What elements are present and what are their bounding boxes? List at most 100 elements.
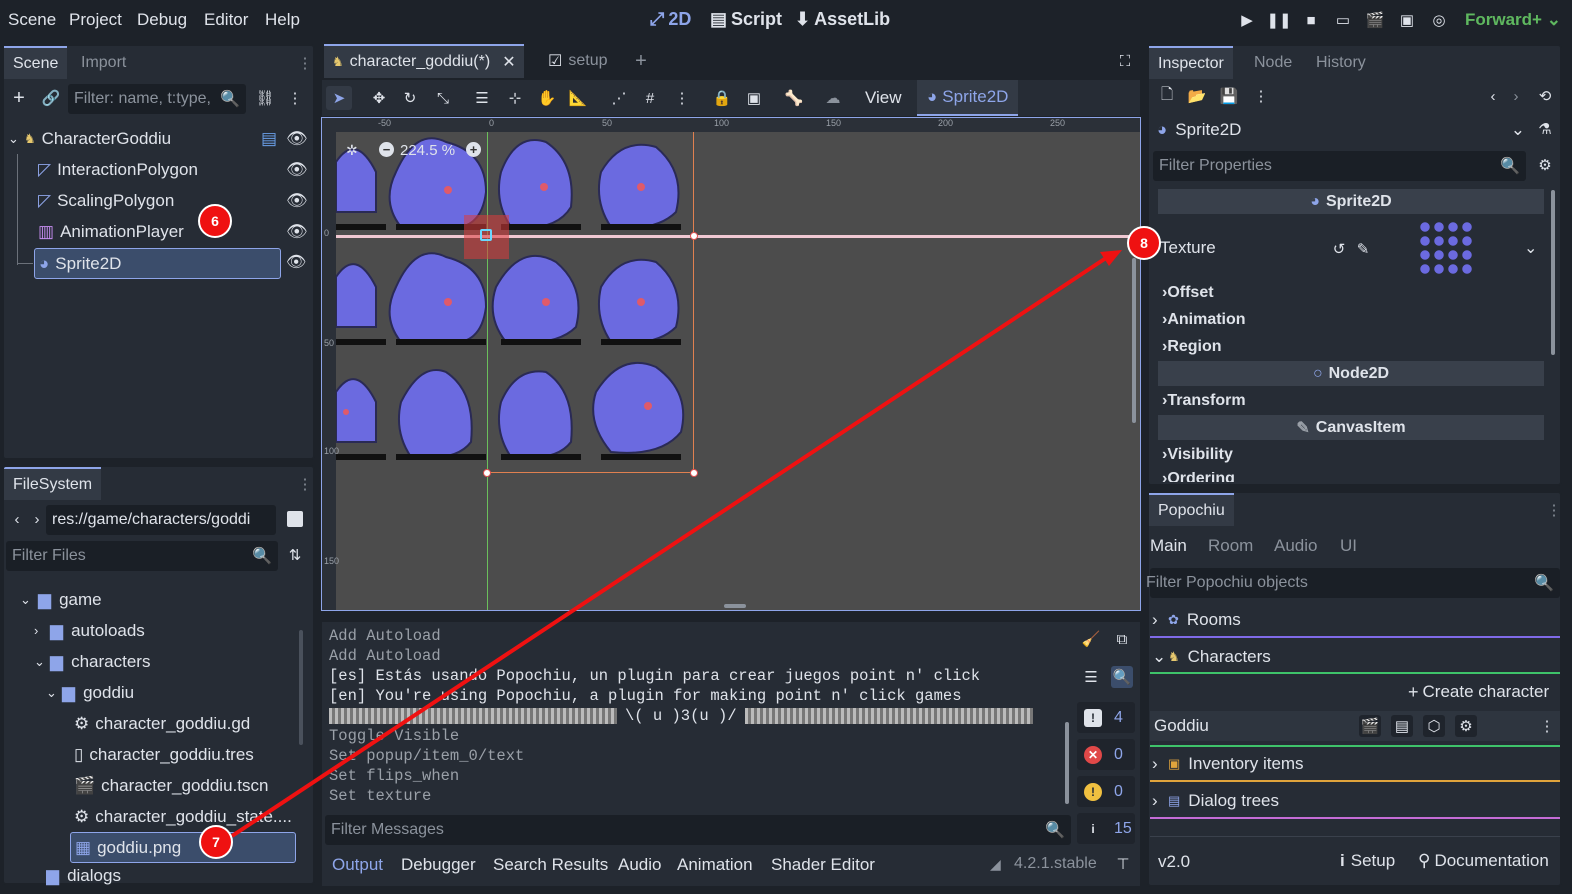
viewport-vscrollbar[interactable] bbox=[1132, 258, 1136, 423]
play-icon[interactable]: ▶ bbox=[1236, 9, 1258, 31]
tab-node[interactable]: Node bbox=[1245, 46, 1301, 79]
fs-folder-autoloads[interactable]: › ▆ autoloads bbox=[34, 615, 145, 646]
view-menu[interactable]: View bbox=[865, 88, 902, 108]
message-count-toggle[interactable]: ! 4 bbox=[1077, 702, 1135, 733]
link-icon[interactable]: 🔗 bbox=[40, 87, 62, 109]
texture-preview[interactable] bbox=[1418, 220, 1474, 276]
fs-folder-goddiu[interactable]: ⌄ ▆ goddiu bbox=[46, 677, 134, 708]
filesystem-scrollbar[interactable] bbox=[299, 630, 303, 745]
zoom-level[interactable]: 224.5 % bbox=[400, 142, 455, 159]
fs-file-tres[interactable]: ▯ character_goddiu.tres bbox=[74, 739, 254, 770]
grid-snap-icon[interactable]: # bbox=[637, 86, 663, 110]
play-custom-scene-icon[interactable]: ▣ bbox=[1396, 9, 1418, 31]
collapse-icon[interactable]: ☰ bbox=[1080, 666, 1102, 688]
tab-scene-character-goddiu[interactable]: ♞ character_goddiu(*) ✕ bbox=[324, 44, 524, 78]
add-node-icon[interactable]: + bbox=[8, 87, 30, 109]
tab-scene[interactable]: Scene bbox=[4, 46, 68, 79]
tab-filesystem[interactable]: FileSystem bbox=[4, 467, 102, 500]
object-selector[interactable]: ◕ Sprite2D ⌄ bbox=[1153, 115, 1525, 145]
tab-import[interactable]: Import bbox=[72, 46, 135, 79]
popochiu-tab-ui[interactable]: UI bbox=[1340, 536, 1357, 556]
menu-debug[interactable]: Debug bbox=[137, 10, 187, 30]
fs-folder-dialogs[interactable]: ▆ dialogs bbox=[46, 866, 121, 886]
group-offset[interactable]: ›Offset bbox=[1162, 284, 1214, 302]
character-settings-icon[interactable]: ⚙ bbox=[1455, 715, 1477, 737]
zoom-in-icon[interactable]: + bbox=[466, 142, 481, 157]
pivot-tool-icon[interactable]: ⊹ bbox=[502, 86, 528, 110]
output-filter-input[interactable]: Filter Messages 🔍 bbox=[325, 815, 1071, 845]
instance-scene-icon[interactable]: ⛓ bbox=[254, 87, 276, 109]
script-attached-icon[interactable]: ▤ bbox=[261, 129, 277, 149]
smart-snap-icon[interactable]: ⋰ bbox=[606, 86, 632, 110]
visibility-eye-icon[interactable]: 👁 bbox=[286, 160, 308, 180]
fs-file-state[interactable]: ⚙ character_goddiu_state.... bbox=[74, 801, 292, 832]
snap-options-icon[interactable]: ⋮ bbox=[669, 86, 695, 110]
workspace-assetlib-button[interactable]: ⬇ AssetLib bbox=[795, 9, 890, 30]
dock-menu-icon[interactable]: ⋮ bbox=[1543, 499, 1565, 521]
center-view-icon[interactable]: ✲ bbox=[346, 142, 358, 159]
popochiu-tab-room[interactable]: Room bbox=[1208, 536, 1253, 556]
object-tools-icon[interactable]: ⚗ bbox=[1534, 118, 1556, 140]
revert-icon[interactable]: ↺ bbox=[1328, 238, 1350, 260]
movie-maker-icon[interactable]: ◎ bbox=[1428, 9, 1450, 31]
resource-menu-icon[interactable]: ⋮ bbox=[1250, 85, 1272, 107]
list-select-icon[interactable]: ☰ bbox=[469, 86, 495, 110]
group-characters[interactable]: ⌄ ♞ Characters bbox=[1152, 643, 1271, 671]
expand-panel-icon[interactable]: ⊤ bbox=[1112, 853, 1134, 875]
character-menu-icon[interactable]: ⋮ bbox=[1536, 715, 1558, 737]
pan-tool-icon[interactable]: ✋ bbox=[534, 86, 560, 110]
popochiu-filter-input[interactable]: Filter Popochiu objects 🔍 bbox=[1146, 568, 1560, 598]
open-script-icon[interactable]: ▤ bbox=[1391, 715, 1413, 737]
group-transform[interactable]: ›Transform bbox=[1162, 392, 1246, 410]
edit-texture-icon[interactable]: ✎ bbox=[1352, 238, 1374, 260]
copy-icon[interactable]: ⧉ bbox=[1111, 628, 1133, 650]
group-animation[interactable]: ›Animation bbox=[1162, 311, 1246, 329]
stop-icon[interactable]: ■ bbox=[1300, 9, 1322, 31]
history-forward-icon[interactable]: › bbox=[1505, 85, 1527, 107]
bottom-tab-search-results[interactable]: Search Results bbox=[493, 855, 608, 875]
group-ordering[interactable]: ›Ordering bbox=[1162, 472, 1235, 482]
tab-popochiu[interactable]: Popochiu bbox=[1149, 493, 1234, 526]
setup-button[interactable]: i Setup bbox=[1340, 851, 1395, 871]
group-region[interactable]: ›Region bbox=[1162, 338, 1222, 356]
filter-properties-input[interactable]: Filter Properties 🔍 bbox=[1153, 151, 1526, 181]
cloud-icon[interactable]: ☁ bbox=[820, 86, 846, 110]
open-resource-icon[interactable]: ⬡ bbox=[1423, 715, 1445, 737]
workspace-2d-button[interactable]: ⤢ 2D bbox=[650, 9, 691, 30]
rotate-tool-icon[interactable]: ↻ bbox=[397, 86, 423, 110]
new-resource-icon[interactable]: 🗋 bbox=[1156, 85, 1178, 107]
fs-file-gd[interactable]: ⚙ character_goddiu.gd bbox=[74, 708, 250, 739]
resize-handle[interactable] bbox=[483, 469, 491, 477]
close-icon[interactable]: ✕ bbox=[502, 52, 515, 72]
scene-filter-input[interactable]: Filter: name, t:type, 🔍 bbox=[68, 84, 246, 114]
move-tool-icon[interactable]: ✥ bbox=[366, 86, 392, 110]
property-settings-icon[interactable]: ⚙ bbox=[1534, 154, 1556, 176]
tree-item-sprite2d[interactable]: ◕ Sprite2D bbox=[34, 248, 281, 279]
split-mode-icon[interactable] bbox=[287, 511, 303, 527]
create-character-button[interactable]: + Create character bbox=[1404, 677, 1554, 707]
character-row-goddiu[interactable]: Goddiu bbox=[1150, 711, 1560, 741]
chevron-down-icon[interactable]: ⌄ bbox=[1524, 238, 1537, 258]
visibility-eye-icon[interactable]: 👁 bbox=[286, 191, 308, 211]
search-toggle-icon[interactable]: 🔍 bbox=[1111, 666, 1133, 688]
bottom-tab-animation[interactable]: Animation bbox=[677, 855, 753, 875]
object-history-icon[interactable]: ⟲ bbox=[1534, 85, 1556, 107]
open-folder-icon[interactable]: 📂 bbox=[1186, 85, 1208, 107]
tab-history[interactable]: History bbox=[1307, 46, 1375, 79]
pause-icon[interactable]: ❚❚ bbox=[1266, 9, 1291, 31]
tree-item-animationplayer[interactable]: ▥ AnimationPlayer 👁 bbox=[38, 216, 308, 247]
viewport-hscrollbar[interactable] bbox=[724, 604, 746, 608]
menu-editor[interactable]: Editor bbox=[204, 10, 248, 30]
fs-folder-characters[interactable]: ⌄ ▆ characters bbox=[34, 646, 150, 677]
popochiu-tab-main[interactable]: Main bbox=[1150, 536, 1187, 556]
info-count-toggle[interactable]: i 15 bbox=[1077, 813, 1135, 844]
bottom-tab-output[interactable]: Output bbox=[332, 855, 383, 875]
ruler-tool-icon[interactable]: 📐 bbox=[565, 86, 591, 110]
group-icon[interactable]: ▣ bbox=[741, 86, 767, 110]
dock-menu-icon[interactable]: ⋮ bbox=[294, 473, 313, 495]
tree-item-interactionpolygon[interactable]: ◸ InteractionPolygon 👁 bbox=[38, 154, 308, 185]
inspector-scrollbar[interactable] bbox=[1551, 190, 1555, 355]
group-visibility[interactable]: ›Visibility bbox=[1162, 446, 1233, 464]
back-arrow-icon[interactable]: ‹ bbox=[6, 508, 28, 530]
bottom-tab-audio[interactable]: Audio bbox=[618, 855, 661, 875]
